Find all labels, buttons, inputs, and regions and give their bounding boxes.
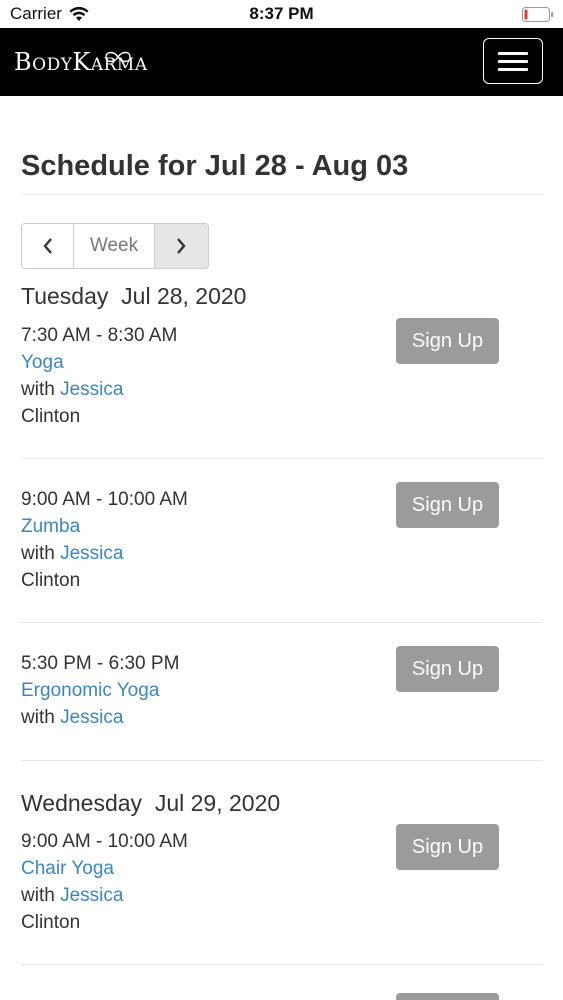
battery-icon: [522, 7, 554, 22]
session-divider: [21, 458, 543, 459]
session-location: Clinton: [21, 912, 81, 933]
session-divider: [21, 760, 543, 761]
navbar: BodyKarma: [0, 28, 563, 96]
session-time: 9:00 AM - 10:00 AM: [21, 831, 188, 852]
chevron-left-icon: [43, 238, 52, 254]
status-time: 8:37 PM: [249, 4, 314, 23]
next-week-button[interactable]: [154, 224, 208, 268]
instructor-link[interactable]: Jessica: [60, 885, 123, 906]
with-label: with: [21, 707, 55, 728]
infinity-icon: [105, 51, 131, 63]
session-instructor-line: with Jessica: [21, 543, 123, 565]
hamburger-menu-icon: [498, 68, 528, 71]
session-divider: [21, 964, 543, 965]
instructor-link[interactable]: Jessica: [60, 543, 123, 564]
session-instructor-line: with Jessica: [21, 707, 123, 729]
page: Carrier 8:37 PM BodyKarma Schedule for J: [0, 0, 563, 1000]
session-instructor-line: with Jessica: [21, 379, 123, 401]
session-time: 9:00 AM - 10:00 AM: [21, 489, 188, 510]
instructor-link[interactable]: Jessica: [60, 379, 123, 400]
week-label[interactable]: Week: [74, 224, 155, 268]
sign-up-button[interactable]: Sign Up: [396, 646, 499, 692]
previous-week-button[interactable]: [22, 224, 75, 268]
session-time: 7:30 AM - 8:30 AM: [21, 325, 178, 346]
with-label: with: [21, 885, 55, 906]
with-label: with: [21, 379, 55, 400]
day-date: Jul 28, 2020: [121, 283, 247, 309]
brand-logo[interactable]: BodyKarma: [14, 44, 148, 80]
menu-toggle-button[interactable]: [483, 38, 543, 84]
day-heading: Wednesday Jul 29, 2020: [21, 790, 280, 817]
title-divider: [21, 194, 543, 195]
status-bar: Carrier 8:37 PM: [0, 0, 563, 28]
sign-up-button[interactable]: Sign Up: [396, 482, 499, 528]
chevron-right-icon: [177, 238, 186, 254]
page-title: Schedule for Jul 28 - Aug 03: [21, 150, 409, 182]
day-weekday: Tuesday: [21, 283, 109, 309]
day-date: Jul 29, 2020: [154, 790, 281, 816]
session-location: Clinton: [21, 406, 81, 427]
week-pager: Week: [21, 223, 209, 269]
session-location: Clinton: [21, 570, 81, 591]
sign-up-button[interactable]: Sign Up: [396, 318, 499, 364]
session-class-link[interactable]: Ergonomic Yoga: [21, 680, 159, 702]
session-class-link[interactable]: Zumba: [21, 516, 80, 538]
sign-up-button[interactable]: Sign Up: [396, 993, 499, 1000]
session-class-link[interactable]: Chair Yoga: [21, 858, 114, 880]
session-class-link[interactable]: Yoga: [21, 352, 64, 374]
hamburger-menu-icon: [498, 52, 528, 55]
day-heading: Tuesday Jul 28, 2020: [21, 283, 246, 310]
session-instructor-line: with Jessica: [21, 885, 123, 907]
instructor-link[interactable]: Jessica: [60, 707, 123, 728]
sign-up-button[interactable]: Sign Up: [396, 824, 499, 870]
hamburger-menu-icon: [498, 60, 528, 63]
with-label: with: [21, 543, 55, 564]
day-weekday: Wednesday: [21, 790, 143, 816]
session-divider: [21, 622, 543, 623]
session-time: 5:30 PM - 6:30 PM: [21, 653, 180, 674]
